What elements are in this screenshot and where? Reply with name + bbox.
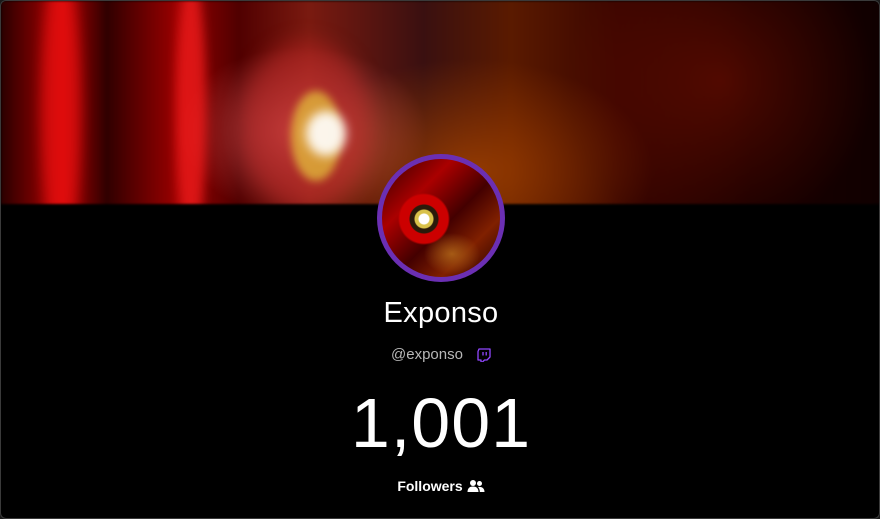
follower-count: 1,001 bbox=[350, 384, 532, 462]
followers-label: Followers bbox=[397, 478, 463, 494]
display-name: Exponso bbox=[383, 297, 499, 329]
avatar-image bbox=[382, 159, 500, 277]
avatar[interactable] bbox=[377, 154, 505, 282]
people-icon bbox=[467, 480, 485, 492]
username-handle[interactable]: @exponso bbox=[391, 346, 463, 363]
handle-row: @exponso bbox=[1, 346, 879, 363]
profile-card: Exponso @exponso 1,001 Followers bbox=[0, 0, 880, 519]
twitch-icon[interactable] bbox=[477, 347, 491, 362]
followers-label-row: Followers bbox=[1, 478, 879, 494]
